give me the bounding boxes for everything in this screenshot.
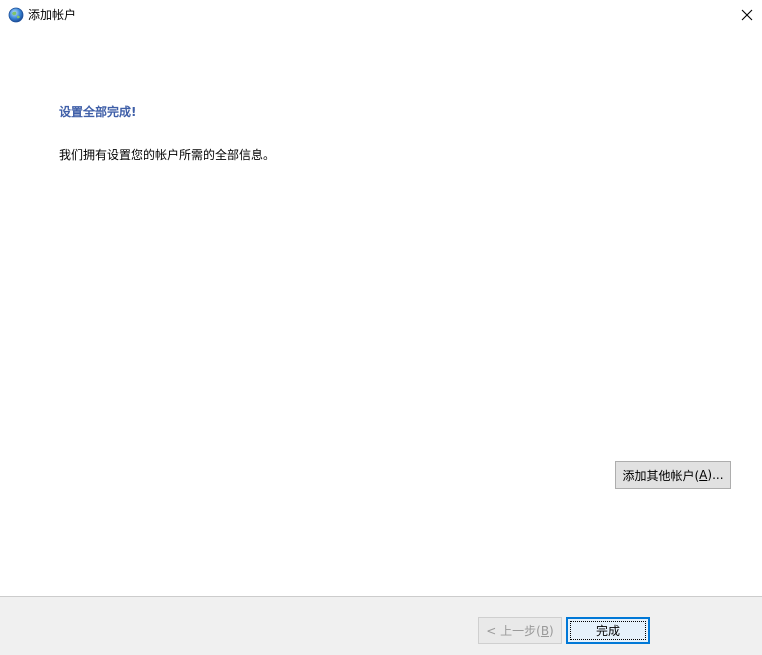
title-bar: 添加帐户 (0, 0, 762, 30)
dialog-footer: < 上一步(B) 完成 (0, 596, 762, 655)
setup-complete-heading: 设置全部完成! (59, 105, 137, 119)
back-label-prefix: < 上一步( (486, 624, 541, 638)
close-button[interactable] (732, 0, 762, 30)
globe-icon (8, 7, 24, 23)
back-button[interactable]: < 上一步(B) (478, 617, 562, 644)
window-title: 添加帐户 (28, 8, 77, 22)
add-other-label-suffix: )... (707, 468, 724, 482)
finish-button[interactable]: 完成 (566, 617, 650, 644)
add-account-dialog: 添加帐户 设置全部完成! 我们拥有设置您的帐户所需的全部信息。 添加其他帐户(A… (0, 0, 762, 655)
add-other-account-button[interactable]: 添加其他帐户(A)... (615, 461, 731, 489)
back-label-suffix: ) (549, 623, 554, 638)
finish-label: 完成 (595, 624, 620, 638)
close-icon (741, 9, 753, 21)
setup-complete-message: 我们拥有设置您的帐户所需的全部信息。 (59, 148, 276, 162)
add-other-label-prefix: 添加其他帐户( (622, 468, 700, 483)
back-access-key: B (540, 623, 550, 638)
add-other-access-key: A (699, 468, 708, 482)
